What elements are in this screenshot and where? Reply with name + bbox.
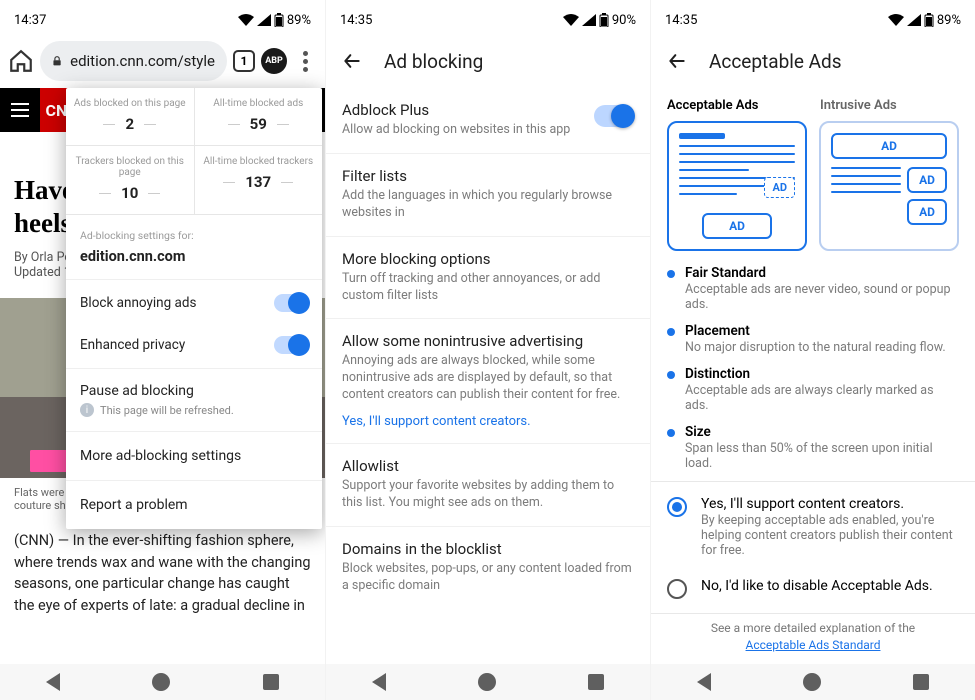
- wifi-icon: [888, 14, 904, 26]
- switch-icon[interactable]: [594, 105, 634, 127]
- url-bar[interactable]: edition.cnn.com/style: [40, 41, 227, 81]
- recents-icon[interactable]: [588, 674, 604, 690]
- more-settings-link[interactable]: More ad-blocking settings: [66, 432, 322, 480]
- home-icon[interactable]: [8, 48, 34, 74]
- menu-icon[interactable]: [0, 88, 40, 132]
- stat-ads-page: Ads blocked on this page 2: [66, 88, 195, 145]
- android-navbar: [651, 664, 975, 700]
- home-nav-icon[interactable]: [803, 673, 821, 691]
- battery-percent: 90%: [612, 13, 636, 28]
- wifi-icon: [563, 14, 579, 26]
- battery-percent: 89%: [937, 13, 961, 28]
- radio-icon[interactable]: [667, 497, 687, 517]
- acceptable-ads-screen: 14:35 89% Acceptable Ads Acceptable Ads …: [650, 0, 975, 700]
- status-icons: 89%: [888, 13, 961, 28]
- status-bar: 14:35 89%: [651, 0, 975, 34]
- switch-icon[interactable]: [274, 294, 308, 312]
- battery-icon: [599, 13, 609, 27]
- back-icon[interactable]: [372, 673, 386, 691]
- overflow-menu-icon[interactable]: [293, 51, 317, 72]
- battery-icon: [274, 13, 284, 27]
- wifi-icon: [238, 14, 254, 26]
- ad-label: AD: [702, 213, 772, 239]
- radio-icon[interactable]: [667, 579, 687, 599]
- stat-trackers-all: All-time blocked trackers 137: [195, 146, 323, 214]
- abp-popup: Ads blocked on this page 2 All-time bloc…: [66, 88, 322, 529]
- criterion-distinction: DistinctionAcceptable ads are always cle…: [667, 366, 959, 413]
- acceptable-illustration: AD AD: [667, 121, 807, 251]
- ad-label: AD: [764, 177, 795, 198]
- android-navbar: [0, 664, 325, 700]
- criterion-size: SizeSpan less than 50% of the screen upo…: [667, 424, 959, 471]
- ad-label: AD: [907, 167, 947, 193]
- setting-more-blocking[interactable]: More blocking options Turn off tracking …: [326, 237, 650, 320]
- status-icons: 90%: [563, 13, 636, 28]
- radio-disable-acceptable-ads[interactable]: No, I'd like to disable Acceptable Ads.: [667, 568, 959, 609]
- stat-ads-all: All-time blocked ads 59: [195, 88, 323, 145]
- clock: 14:37: [14, 13, 46, 28]
- browser-toolbar: edition.cnn.com/style 1 ABP: [0, 34, 325, 88]
- back-arrow-icon[interactable]: [342, 51, 362, 71]
- status-bar: 14:35 90%: [326, 0, 650, 34]
- toggle-enhanced-privacy[interactable]: Enhanced privacy: [66, 322, 322, 368]
- status-bar: 14:37 89%: [0, 0, 325, 34]
- android-navbar: [326, 664, 650, 700]
- lock-icon: [52, 54, 62, 68]
- setting-adblock-plus[interactable]: Adblock Plus Allow ad blocking on websit…: [326, 88, 650, 154]
- settings-for-domain: Ad-blocking settings for: edition.cnn.co…: [66, 215, 322, 280]
- settings-list: Adblock Plus Allow ad blocking on websit…: [326, 88, 650, 664]
- back-icon[interactable]: [46, 673, 60, 691]
- status-icons: 89%: [238, 13, 311, 28]
- info-icon: i: [80, 403, 94, 417]
- home-nav-icon[interactable]: [478, 673, 496, 691]
- acceptable-ads-content: Acceptable Ads Intrusive Ads AD AD AD AD…: [651, 88, 975, 664]
- recents-icon[interactable]: [913, 674, 929, 690]
- page-title: Acceptable Ads: [709, 50, 842, 73]
- battery-icon: [924, 13, 934, 27]
- pause-blocking[interactable]: Pause ad blocking i This page will be re…: [66, 368, 322, 432]
- radio-support-creators[interactable]: Yes, I'll support content creators. By k…: [667, 486, 959, 568]
- illustration-labels: Acceptable Ads Intrusive Ads: [667, 98, 959, 113]
- back-icon[interactable]: [697, 673, 711, 691]
- toggle-block-ads[interactable]: Block annoying ads: [66, 280, 322, 326]
- browser-with-abp-popup: 14:37 89% edition.cnn.com/style 1 ABP CN…: [0, 0, 325, 700]
- page-header: Ad blocking: [326, 34, 650, 88]
- criterion-placement: PlacementNo major disruption to the natu…: [667, 323, 959, 355]
- stat-trackers-page: Trackers blocked on this page 10: [66, 146, 195, 214]
- battery-percent: 89%: [287, 13, 311, 28]
- ad-blocking-settings-screen: 14:35 90% Ad blocking Adblock Plus Allow…: [325, 0, 650, 700]
- page-header: Acceptable Ads: [651, 34, 975, 88]
- acceptable-ads-standard-link[interactable]: Acceptable Ads Standard: [746, 638, 881, 652]
- recents-icon[interactable]: [263, 674, 279, 690]
- pause-note: i This page will be refreshed.: [80, 403, 308, 417]
- signal-icon: [907, 14, 921, 26]
- criterion-fair-standard: Fair StandardAcceptable ads are never vi…: [667, 265, 959, 312]
- signal-icon: [257, 14, 271, 26]
- setting-allowlist[interactable]: Allowlist Support your favorite websites…: [326, 444, 650, 527]
- clock: 14:35: [340, 13, 372, 28]
- report-problem-link[interactable]: Report a problem: [66, 480, 322, 529]
- support-creators-link[interactable]: Yes, I'll support content creators.: [342, 414, 634, 429]
- footnote: See a more detailed explanation of the A…: [667, 620, 959, 654]
- page-title: Ad blocking: [384, 50, 483, 73]
- clock: 14:35: [665, 13, 697, 28]
- back-arrow-icon[interactable]: [667, 51, 687, 71]
- setting-allow-nonintrusive[interactable]: Allow some nonintrusive advertising Anno…: [326, 319, 650, 444]
- illustration: AD AD AD AD AD: [667, 121, 959, 251]
- switch-icon[interactable]: [274, 336, 308, 354]
- url-text: edition.cnn.com/style: [70, 52, 215, 70]
- setting-filter-lists[interactable]: Filter lists Add the languages in which …: [326, 154, 650, 237]
- home-nav-icon[interactable]: [152, 673, 170, 691]
- intrusive-illustration: AD AD AD: [819, 121, 959, 251]
- ad-label: AD: [907, 199, 947, 225]
- tab-switcher[interactable]: 1: [233, 50, 255, 72]
- signal-icon: [582, 14, 596, 26]
- criteria-list: Fair StandardAcceptable ads are never vi…: [667, 265, 959, 471]
- setting-blocklist-domains[interactable]: Domains in the blocklist Block websites,…: [326, 527, 650, 609]
- abp-icon[interactable]: ABP: [261, 48, 287, 74]
- ad-label: AD: [831, 133, 947, 159]
